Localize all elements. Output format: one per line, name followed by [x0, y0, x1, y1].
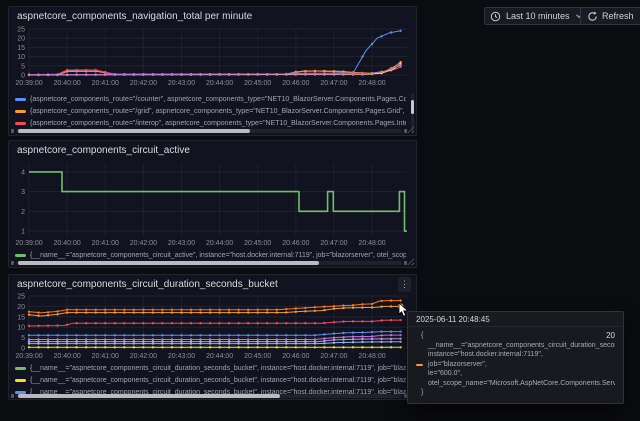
panel-navigation-total: aspnetcore_components_navigation_total p… — [8, 6, 417, 136]
svg-text:10: 10 — [17, 54, 25, 61]
legend-item[interactable]: {aspnetcore_components_route="/counter",… — [15, 93, 406, 105]
tooltip-timestamp: 2025-06-11 20:48:45 — [408, 312, 623, 327]
tooltip-line: } — [421, 389, 424, 396]
svg-text:15: 15 — [17, 45, 25, 52]
timeseries-chart[interactable]: 20:39:00 20:40:00 20:41:00 20:42:00 20:43:00… — [13, 155, 412, 252]
svg-text:5: 5 — [21, 63, 25, 70]
svg-text:3: 3 — [21, 189, 25, 196]
panel-title[interactable]: aspnetcore_components_navigation_total p… — [17, 11, 252, 22]
svg-text:20:44:00: 20:44:00 — [206, 80, 233, 87]
legend-item[interactable]: {aspnetcore_components_route="/grid", as… — [15, 105, 406, 117]
series-color-dash — [15, 121, 26, 125]
tooltip-line: le="600.0", — [428, 370, 462, 377]
refresh-controls: Refresh — [580, 7, 640, 25]
refresh-button[interactable]: Refresh — [581, 8, 640, 24]
svg-text:20:46:00: 20:46:00 — [282, 80, 309, 87]
tooltip-line: { — [421, 332, 424, 339]
legend-vertical-scrollbar[interactable] — [411, 93, 414, 131]
svg-text:20:39:00: 20:39:00 — [15, 353, 42, 360]
panel-resize-handle[interactable] — [407, 258, 414, 265]
svg-text:20:43:00: 20:43:00 — [168, 353, 195, 360]
timeseries-chart[interactable]: 20:39:00 20:40:00 20:41:00 20:42:00 20:43:00… — [13, 290, 412, 365]
svg-text:20:47:00: 20:47:00 — [320, 240, 347, 247]
series-color-dash — [15, 378, 26, 382]
chart-tooltip: 2025-06-11 20:48:45 20 { __name__="aspne… — [407, 311, 624, 404]
svg-text:20:45:00: 20:45:00 — [244, 240, 271, 247]
legend: {aspnetcore_components_route="/counter",… — [15, 93, 406, 129]
tooltip-line: otel_scope_name="Microsoft.AspNetCore.Co… — [428, 379, 615, 387]
series-color-dash — [15, 97, 26, 101]
svg-text:4: 4 — [21, 169, 25, 176]
svg-text:20:44:00: 20:44:00 — [206, 353, 233, 360]
svg-text:20:47:00: 20:47:00 — [320, 353, 347, 360]
legend: {__name__="aspnetcore_components_circuit… — [15, 362, 406, 398]
svg-text:20:44:00: 20:44:00 — [206, 240, 233, 247]
svg-text:20:47:00: 20:47:00 — [320, 80, 347, 87]
legend-label: {aspnetcore_components_route="/counter",… — [30, 95, 406, 103]
series-color-dash — [15, 109, 26, 113]
svg-text:10: 10 — [17, 325, 25, 332]
svg-text:5: 5 — [21, 335, 25, 342]
svg-text:20:42:00: 20:42:00 — [130, 240, 157, 247]
svg-text:0: 0 — [21, 346, 25, 353]
grafana-dashboard: { "toolbar": { "time_range_label": "Last… — [0, 0, 640, 421]
svg-text:20:45:00: 20:45:00 — [244, 80, 271, 87]
legend-label: {__name__="aspnetcore_components_circuit… — [30, 364, 406, 372]
mouse-cursor — [398, 302, 410, 323]
series-color-dash — [416, 363, 423, 366]
panel-title[interactable]: aspnetcore_components_circuit_duration_s… — [17, 279, 278, 290]
refresh-label: Refresh — [602, 11, 634, 21]
legend: {__name__="aspnetcore_components_circuit… — [15, 249, 406, 261]
svg-text:25: 25 — [17, 294, 25, 301]
legend-item[interactable]: {__name__="aspnetcore_components_circuit… — [15, 362, 406, 374]
panel-circuit-duration-bucket: aspnetcore_components_circuit_duration_s… — [8, 274, 417, 400]
svg-text:20:41:00: 20:41:00 — [92, 353, 119, 360]
svg-text:20:41:00: 20:41:00 — [92, 80, 119, 87]
svg-text:20: 20 — [17, 304, 25, 311]
legend-label: {__name__="aspnetcore_components_circuit… — [30, 376, 406, 384]
svg-text:20:42:00: 20:42:00 — [130, 353, 157, 360]
svg-text:15: 15 — [17, 314, 25, 321]
legend-label: {aspnetcore_components_route="/interop",… — [30, 119, 406, 127]
svg-text:20:40:00: 20:40:00 — [53, 80, 80, 87]
time-range-label: Last 10 minutes — [506, 11, 570, 21]
tooltip-body: 20 { __name__="aspnetcore_components_cir… — [408, 327, 623, 403]
legend-item[interactable]: {aspnetcore_components_route="/interop",… — [15, 117, 406, 129]
svg-text:20:40:00: 20:40:00 — [53, 353, 80, 360]
tooltip-line: instance="host.docker.internal:7119", — [428, 351, 543, 358]
legend-label: {aspnetcore_components_route="/grid", as… — [30, 107, 406, 115]
svg-text:20:43:00: 20:43:00 — [168, 240, 195, 247]
refresh-icon — [587, 11, 598, 22]
svg-text:20:46:00: 20:46:00 — [282, 353, 309, 360]
svg-text:25: 25 — [17, 27, 25, 34]
legend-label: {__name__="aspnetcore_components_circuit… — [30, 251, 406, 259]
svg-text:20:48:00: 20:48:00 — [358, 80, 385, 87]
svg-text:0: 0 — [21, 73, 25, 80]
svg-text:20:41:00: 20:41:00 — [92, 240, 119, 247]
svg-text:20: 20 — [17, 36, 25, 43]
legend-horizontal-scrollbar[interactable] — [11, 129, 407, 133]
legend-horizontal-scrollbar[interactable] — [11, 261, 407, 265]
svg-text:20:46:00: 20:46:00 — [282, 240, 309, 247]
series-color-dash — [15, 253, 26, 257]
svg-text:20:48:00: 20:48:00 — [358, 353, 385, 360]
svg-text:1: 1 — [21, 229, 25, 236]
timeseries-chart[interactable]: 20:39:00 20:40:00 20:41:00 20:42:00 20:43:00… — [13, 23, 412, 92]
legend-item[interactable]: {__name__="aspnetcore_components_circuit… — [15, 374, 406, 386]
svg-text:20:39:00: 20:39:00 — [15, 240, 42, 247]
series-color-dash — [15, 366, 26, 370]
legend-item[interactable]: {__name__="aspnetcore_components_circuit… — [15, 249, 406, 261]
svg-text:20:43:00: 20:43:00 — [168, 80, 195, 87]
tooltip-line: job="blazorserver", — [416, 360, 615, 370]
legend-horizontal-scrollbar[interactable] — [11, 394, 407, 398]
svg-text:20:39:00: 20:39:00 — [15, 80, 42, 87]
clock-icon — [490, 11, 501, 22]
svg-text:2: 2 — [21, 209, 25, 216]
svg-text:20:45:00: 20:45:00 — [244, 353, 271, 360]
tooltip-line: __name__="aspnetcore_components_circuit_… — [428, 341, 615, 349]
svg-text:20:48:00: 20:48:00 — [358, 240, 385, 247]
panel-circuit-active: aspnetcore_components_circuit_active 20:… — [8, 140, 417, 268]
svg-text:20:42:00: 20:42:00 — [130, 80, 157, 87]
svg-text:20:40:00: 20:40:00 — [53, 240, 80, 247]
